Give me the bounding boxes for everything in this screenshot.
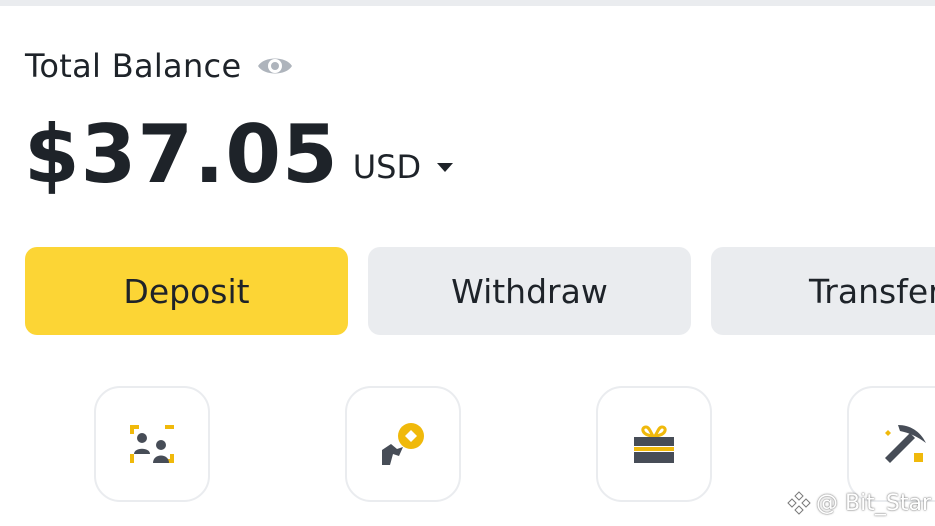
- watermark-logo-icon: [787, 491, 811, 515]
- watermark-text: @ Bit_Star: [816, 490, 931, 516]
- mining-pickaxe-icon: [885, 425, 926, 463]
- gift-card-icon: [634, 425, 674, 463]
- balance-amount-row: $37.05 USD: [24, 108, 454, 201]
- total-balance-label: Total Balance: [25, 47, 242, 85]
- currency-selector[interactable]: USD: [352, 148, 454, 186]
- eye-icon[interactable]: [255, 46, 295, 86]
- p2p-icon: [130, 425, 174, 463]
- caret-down-icon: [437, 162, 454, 172]
- action-buttons: Deposit Withdraw Transfer: [25, 247, 935, 335]
- p2p-tile[interactable]: [94, 386, 210, 502]
- withdraw-button[interactable]: Withdraw: [368, 247, 691, 335]
- watermark: @ Bit_Star: [786, 490, 931, 516]
- gift-card-tile[interactable]: [596, 386, 712, 502]
- top-divider: [0, 0, 935, 6]
- balance-amount: $37.05: [24, 108, 339, 201]
- buy-crypto-tile[interactable]: [345, 386, 461, 502]
- balance-label-row: Total Balance: [25, 44, 295, 88]
- transfer-button[interactable]: Transfer: [711, 247, 935, 335]
- buy-crypto-icon: [382, 423, 424, 465]
- mining-tile[interactable]: [847, 386, 935, 502]
- currency-label: USD: [352, 148, 422, 186]
- deposit-button[interactable]: Deposit: [25, 247, 348, 335]
